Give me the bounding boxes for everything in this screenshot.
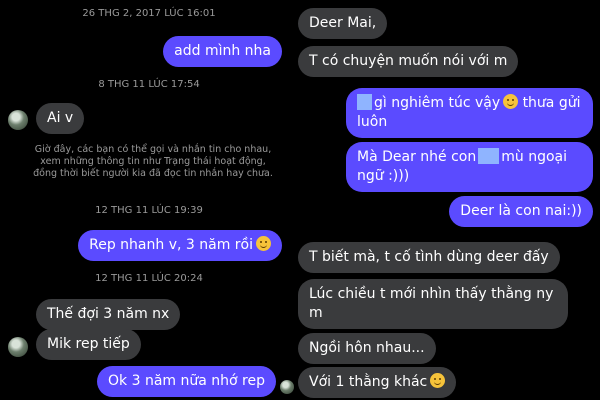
message-text: ngữ :))) xyxy=(357,168,410,184)
timestamp: 26 THG 2, 2017 LÚC 16:01 xyxy=(82,8,216,19)
message-text: Mà Dear nhé con xyxy=(357,149,477,165)
message-bubble[interactable]: gì nghiêm túc vậy thưa gửi luôn xyxy=(346,88,593,138)
message-bubble[interactable]: Deer là con nai:)) xyxy=(449,196,593,227)
message-bubble[interactable]: add mình nha xyxy=(163,36,282,67)
message-bubble[interactable]: Lúc chiều t mới nhìn thấy thằng ny m xyxy=(298,279,568,329)
redacted-block xyxy=(357,94,372,110)
timestamp: 12 THG 11 LÚC 20:24 xyxy=(95,273,203,284)
smile-icon xyxy=(503,94,519,109)
message-text: add mình nha xyxy=(174,43,271,59)
message-text: thưa gửi xyxy=(522,95,581,111)
message-text: mù ngoại xyxy=(501,149,567,165)
message-text: Ok 3 năm nữa nhớ rep xyxy=(108,373,265,389)
message-bubble[interactable]: Thế đợi 3 năm nx xyxy=(36,299,181,330)
seen-avatar xyxy=(280,380,294,394)
left-chat-panel: 26 THG 2, 2017 LÚC 16:01 add mình nha 8 … xyxy=(0,0,298,400)
message-text: Mik rep tiếp xyxy=(47,336,130,352)
message-bubble[interactable]: T có chuyện muốn nói với m xyxy=(298,46,519,77)
message-text: Deer Mai, xyxy=(309,15,377,31)
redacted-block xyxy=(478,148,500,164)
message-text: Với 1 thằng khác xyxy=(309,374,428,390)
message-text: T biết mà, t cố tình dùng deer đấy xyxy=(309,249,549,265)
laughing-icon xyxy=(430,373,446,388)
message-bubble[interactable]: Ai v xyxy=(36,103,85,134)
message-text: T có chuyện muốn nói với m xyxy=(309,53,508,69)
message-bubble[interactable]: T biết mà, t cố tình dùng deer đấy xyxy=(298,242,560,273)
message-text: Lúc chiều t mới nhìn thấy thằng ny xyxy=(309,286,554,302)
message-bubble[interactable]: Rep nhanh v, 3 năm rồi xyxy=(78,230,282,261)
message-bubble[interactable]: Deer Mai, xyxy=(298,8,388,39)
message-text: Ngồi hôn nhau... xyxy=(309,340,425,356)
message-text: Rep nhanh v, 3 năm rồi xyxy=(89,237,253,253)
avatar[interactable] xyxy=(8,337,28,357)
right-chat-panel: Deer Mai, T có chuyện muốn nói với m gì … xyxy=(298,0,600,400)
message-bubble[interactable]: Mà Dear nhé con mù ngoại ngữ :))) xyxy=(346,142,593,192)
message-text: gì nghiêm túc vậy xyxy=(374,95,501,111)
grimace-icon xyxy=(256,236,271,251)
connection-notice: Giờ đây, các bạn có thể gọi và nhắn tin … xyxy=(33,144,273,179)
timestamp: 8 THG 11 LÚC 17:54 xyxy=(98,79,200,90)
message-text: Thế đợi 3 năm nx xyxy=(47,306,170,322)
timestamp: 12 THG 11 LÚC 19:39 xyxy=(95,205,203,216)
message-text: Deer là con nai:)) xyxy=(460,203,582,219)
avatar[interactable] xyxy=(8,110,28,130)
message-bubble[interactable]: Ngồi hôn nhau... xyxy=(298,333,436,364)
message-text: Ai v xyxy=(47,110,74,126)
message-bubble[interactable]: Với 1 thằng khác xyxy=(298,367,457,398)
message-text: luôn xyxy=(357,114,388,130)
message-bubble[interactable]: Ok 3 năm nữa nhớ rep xyxy=(97,366,276,397)
message-text: m xyxy=(309,305,323,321)
message-bubble[interactable]: Mik rep tiếp xyxy=(36,329,141,360)
